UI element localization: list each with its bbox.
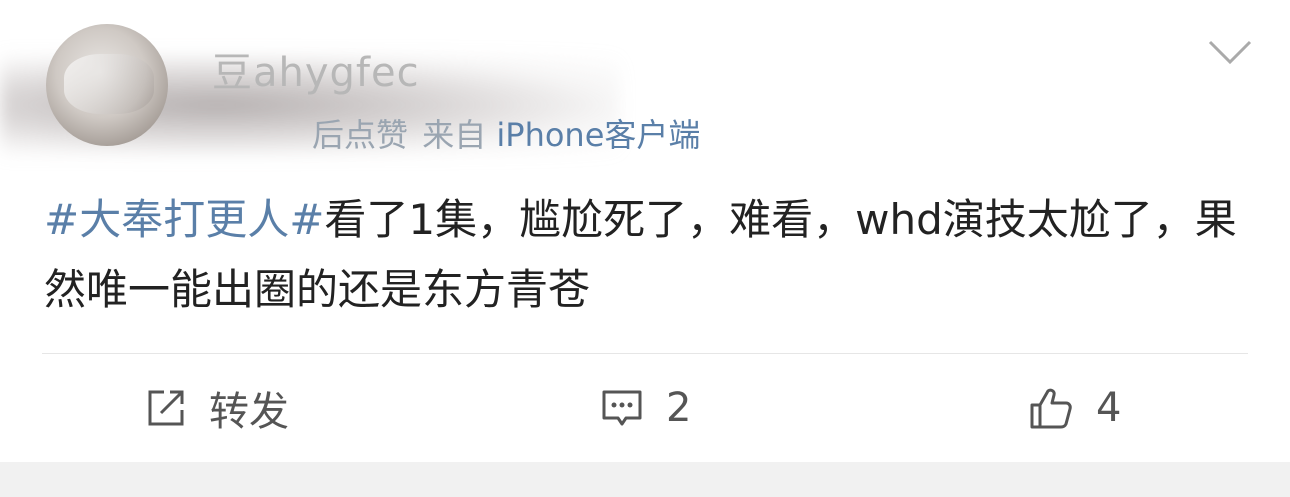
divider [42, 353, 1248, 354]
share-icon [145, 387, 187, 429]
feed-separator [0, 462, 1290, 497]
hashtag-link[interactable]: #大奉打更人# [44, 195, 324, 244]
post-meta: 后点赞 来自 iPhone客户端 [312, 110, 700, 156]
like-count: 4 [1096, 385, 1122, 431]
thumbs-up-icon [1028, 385, 1074, 431]
post-content: #大奉打更人#看了1集，尴尬死了，难看，whd演技太尬了，果然唯一能出圈的还是东… [44, 185, 1249, 325]
weibo-post-card: 豆ahygfec 后点赞 来自 iPhone客户端 #大奉打更人#看了1集，尴尬… [0, 0, 1290, 462]
like-button[interactable]: 4 [1028, 380, 1121, 436]
source-prefix: 来自 [422, 116, 487, 154]
comment-button[interactable]: 2 [600, 380, 691, 436]
comment-icon [600, 386, 644, 430]
source-link[interactable]: iPhone客户端 [496, 116, 700, 154]
post-time: 后点赞 [312, 116, 409, 154]
forward-button[interactable]: 转发 [145, 380, 289, 436]
chevron-down-icon[interactable] [1208, 40, 1252, 66]
avatar[interactable] [46, 24, 168, 146]
username[interactable]: 豆ahygfec [212, 40, 420, 98]
comment-count: 2 [666, 385, 692, 431]
forward-label: 转发 [209, 389, 289, 435]
